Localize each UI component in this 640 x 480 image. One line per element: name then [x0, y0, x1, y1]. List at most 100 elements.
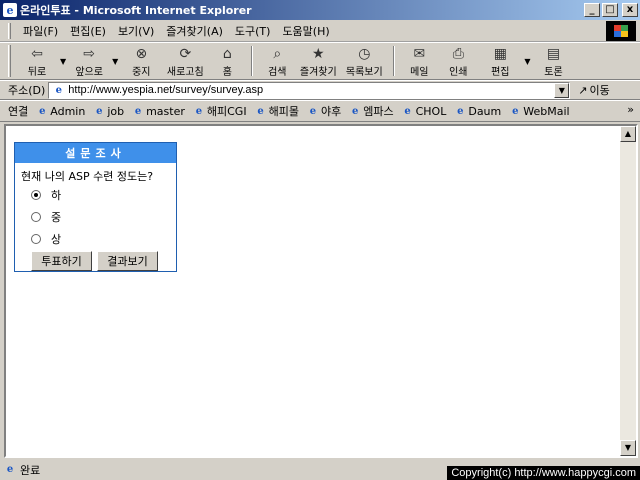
minimize-button[interactable]: _: [584, 3, 600, 17]
forward-button[interactable]: ⇨ 앞으로: [69, 44, 109, 79]
survey-option-mid[interactable]: 중: [31, 206, 176, 228]
maximize-button[interactable]: □: [602, 3, 618, 17]
go-button[interactable]: ↗ 이동: [578, 82, 609, 98]
menu-grip: [8, 22, 11, 39]
menu-file[interactable]: 파일(F): [17, 23, 64, 39]
scroll-down-icon[interactable]: ▼: [620, 440, 636, 456]
link-job[interactable]: e job: [93, 105, 124, 118]
home-label: 홈: [222, 67, 232, 78]
option-label-high: 상: [51, 233, 62, 246]
links-label: 연결: [8, 105, 29, 118]
link-page-icon: e: [404, 105, 411, 117]
link-chol[interactable]: e CHOL: [402, 104, 447, 118]
address-bar: 주소(D) e http://www.yespia.net/survey/sur…: [0, 80, 640, 100]
windows-logo-icon: [606, 21, 636, 41]
history-button[interactable]: ◷ 목록보기: [341, 44, 387, 79]
radio-mid[interactable]: [31, 212, 41, 222]
scroll-up-icon[interactable]: ▲: [620, 126, 636, 142]
stop-label: 중지: [132, 67, 151, 78]
discuss-label: 토론: [544, 67, 563, 78]
survey-box: 설문조사 현재 나의 ASP 수련 정도는? 하 중 상 투표하기 결과보기: [14, 142, 177, 272]
address-label: 주소(D): [8, 84, 46, 97]
link-yahoo[interactable]: e 야후: [307, 103, 341, 119]
link-page-icon: e: [39, 105, 46, 117]
link-label: master: [146, 104, 185, 118]
copyright-overlay: Copyright(c) http://www.happycgi.com: [447, 466, 640, 480]
link-admin[interactable]: e Admin: [36, 105, 85, 118]
link-page-icon: e: [134, 105, 142, 117]
link-happymall[interactable]: e 해피몰: [255, 103, 299, 119]
menu-edit[interactable]: 편집(E): [64, 23, 112, 39]
title-bar: e 온라인투표 - Microsoft Internet Explorer _ …: [0, 0, 640, 20]
menu-view[interactable]: 보기(V): [112, 23, 160, 39]
favorites-button[interactable]: ★ 즐겨찾기: [295, 44, 341, 79]
history-label: 목록보기: [345, 67, 383, 78]
mail-icon: ✉: [413, 45, 426, 62]
close-button[interactable]: x: [622, 3, 638, 17]
window-title: 온라인투표 - Microsoft Internet Explorer: [20, 4, 252, 17]
status-text: 완료: [20, 463, 41, 477]
favorites-label: 즐겨찾기: [299, 67, 337, 78]
survey-question: 현재 나의 ASP 수련 정도는?: [21, 170, 154, 183]
back-arrow-icon: ⇦: [31, 45, 43, 62]
history-icon: ◷: [358, 45, 371, 62]
option-label-mid: 중: [51, 211, 62, 224]
back-dropdown-icon[interactable]: ▼: [60, 57, 66, 66]
link-page-icon: e: [352, 105, 359, 117]
link-label: CHOL: [415, 104, 447, 118]
link-page-icon: e: [96, 105, 103, 117]
back-button[interactable]: ⇦ 뒤로: [17, 44, 57, 79]
link-empas[interactable]: e 엠파스: [349, 103, 394, 119]
address-url[interactable]: http://www.yespia.net/survey/survey.asp: [68, 84, 263, 96]
page-done-icon: e: [6, 464, 14, 475]
radio-low[interactable]: [31, 190, 41, 200]
link-label: 해피CGI: [206, 105, 247, 118]
link-label: 해피몰: [268, 105, 299, 118]
link-webmail[interactable]: e WebMail: [509, 104, 570, 118]
edit-dropdown-icon[interactable]: ▼: [524, 57, 530, 66]
window-controls: _ □ x: [584, 3, 638, 17]
vertical-scrollbar[interactable]: ▲ ▼: [620, 126, 636, 456]
stop-button[interactable]: ⊗ 중지: [121, 44, 161, 79]
ie-logo-icon: e: [3, 3, 17, 17]
link-label: Admin: [50, 104, 86, 118]
standard-toolbar: ⇦ 뒤로 ▼ ⇨ 앞으로 ▼ ⊗ 중지 ⟳ 새로고침 ⌂ 홈 ⌕ 검색 ★ 즐겨…: [0, 42, 640, 80]
address-input[interactable]: e http://www.yespia.net/survey/survey.as…: [48, 81, 571, 99]
edit-button[interactable]: ▦ 편집: [479, 44, 521, 79]
link-page-icon: e: [257, 105, 264, 117]
search-icon: ⌕: [273, 45, 282, 62]
link-master[interactable]: e master: [132, 105, 185, 118]
menu-bar: 파일(F) 편집(E) 보기(V) 즐겨찾기(A) 도구(T) 도움말(H): [0, 20, 640, 42]
view-results-button[interactable]: 결과보기: [97, 251, 158, 271]
survey-title: 설문조사: [15, 143, 176, 163]
address-dropdown-icon[interactable]: ▼: [554, 82, 570, 98]
discuss-icon: ▤: [546, 45, 561, 62]
discuss-button[interactable]: ▤ 토론: [533, 44, 573, 79]
vote-button[interactable]: 투표하기: [31, 251, 92, 271]
links-overflow-icon[interactable]: »: [627, 103, 634, 116]
go-label: 이동: [589, 84, 610, 97]
refresh-icon: ⟳: [179, 45, 192, 62]
link-happycgi[interactable]: e 해피CGI: [193, 103, 247, 119]
mail-button[interactable]: ✉ 메일: [401, 44, 437, 79]
menu-help[interactable]: 도움말(H): [276, 23, 335, 39]
link-label: Daum: [468, 104, 502, 118]
toolbar-separator: [251, 46, 254, 76]
toolbar-grip: [8, 45, 11, 77]
menu-favorites[interactable]: 즐겨찾기(A): [160, 23, 229, 39]
survey-option-low[interactable]: 하: [31, 184, 176, 206]
refresh-button[interactable]: ⟳ 새로고침: [161, 44, 209, 79]
menu-tools[interactable]: 도구(T): [229, 23, 277, 39]
search-button[interactable]: ⌕ 검색: [259, 44, 295, 79]
favorites-folder-icon: ★: [312, 45, 325, 62]
link-daum[interactable]: e Daum: [454, 105, 501, 118]
link-label: 야후: [320, 105, 342, 118]
print-button[interactable]: ⎙ 인쇄: [437, 44, 479, 79]
forward-dropdown-icon[interactable]: ▼: [112, 57, 118, 66]
link-label: WebMail: [523, 104, 570, 118]
radio-high[interactable]: [31, 234, 41, 244]
edit-label: 편집: [491, 67, 510, 78]
survey-option-high[interactable]: 상: [31, 228, 176, 250]
home-button[interactable]: ⌂ 홈: [209, 44, 245, 79]
mail-label: 메일: [410, 67, 429, 78]
